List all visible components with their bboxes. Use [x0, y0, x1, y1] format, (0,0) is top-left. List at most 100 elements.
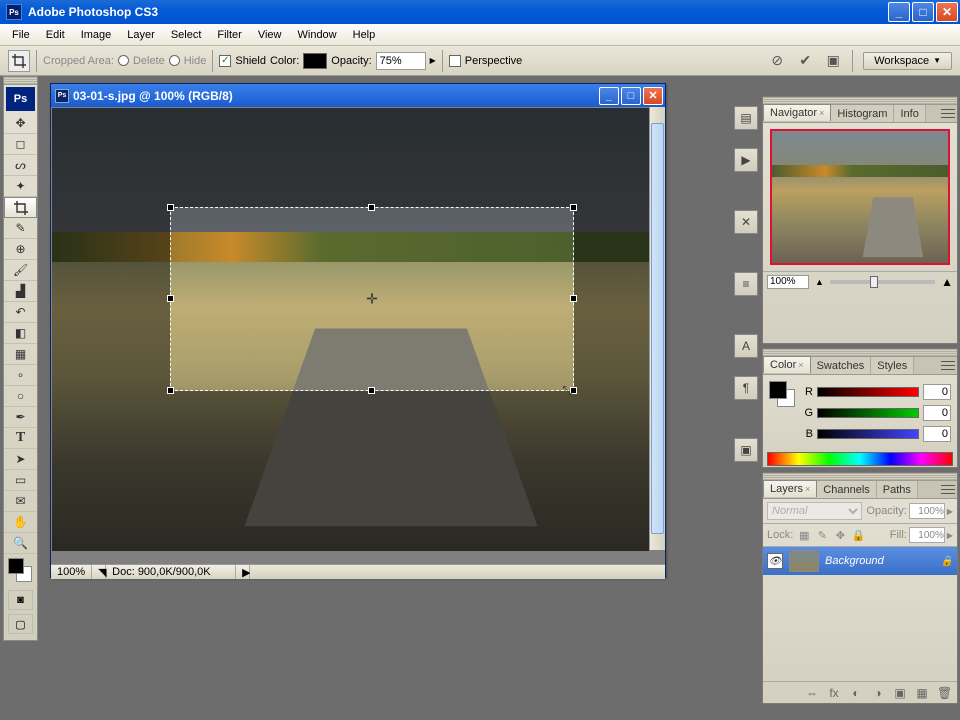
layer-opacity-input[interactable] — [909, 503, 945, 519]
r-input[interactable] — [923, 384, 951, 400]
pen-tool[interactable]: ✒ — [4, 407, 37, 428]
document-image[interactable]: ✛ ⤡ — [52, 108, 649, 551]
shield-color-swatch[interactable] — [303, 53, 327, 69]
menu-select[interactable]: Select — [163, 26, 210, 44]
menu-image[interactable]: Image — [73, 26, 120, 44]
g-input[interactable] — [923, 405, 951, 421]
crop-handle-n[interactable] — [368, 204, 375, 211]
tab-layers[interactable]: Layers× — [763, 480, 817, 497]
clone-stamp-tool[interactable]: ▟ — [4, 281, 37, 302]
status-menu-icon[interactable]: ▶ — [236, 565, 250, 579]
type-tool[interactable]: T — [4, 428, 37, 449]
lasso-tool[interactable]: ᔕ — [4, 155, 37, 176]
close-button[interactable]: ✕ — [936, 2, 958, 22]
eraser-tool[interactable]: ◧ — [4, 323, 37, 344]
menu-edit[interactable]: Edit — [38, 26, 73, 44]
opacity-dropdown-icon[interactable]: ▶ — [947, 507, 953, 516]
menu-file[interactable]: File — [4, 26, 38, 44]
gradient-tool[interactable]: ▦ — [4, 344, 37, 365]
hide-radio[interactable] — [169, 55, 180, 66]
dock-history-icon[interactable]: ▤ — [734, 106, 758, 130]
b-input[interactable] — [923, 426, 951, 442]
fill-dropdown-icon[interactable]: ▶ — [947, 531, 953, 540]
dock-layer-comps-icon[interactable]: ▣ — [734, 438, 758, 462]
crop-handle-w[interactable] — [167, 295, 174, 302]
commit-crop-icon[interactable]: ✔ — [796, 52, 814, 70]
lock-position-icon[interactable]: ✥ — [833, 529, 847, 542]
layer-name[interactable]: Background — [825, 555, 884, 567]
crop-tool-icon[interactable] — [8, 50, 30, 72]
navigator-zoom-slider[interactable] — [830, 280, 935, 284]
perspective-checkbox[interactable] — [449, 55, 461, 67]
menu-filter[interactable]: Filter — [209, 26, 249, 44]
visibility-icon[interactable]: 👁 — [767, 553, 783, 569]
layer-mask-icon[interactable]: ◐ — [849, 686, 863, 700]
fill-input[interactable] — [909, 527, 945, 543]
shield-checkbox[interactable]: ✓ — [219, 55, 231, 67]
dodge-tool[interactable]: ○ — [4, 386, 37, 407]
dock-paragraph-icon[interactable]: ¶ — [734, 376, 758, 400]
menu-layer[interactable]: Layer — [119, 26, 163, 44]
path-selection-tool[interactable]: ➤ — [4, 449, 37, 470]
color-options-icon[interactable] — [941, 359, 955, 371]
r-slider[interactable] — [817, 387, 919, 397]
history-brush-tool[interactable]: ↶ — [4, 302, 37, 323]
layers-options-icon[interactable] — [941, 483, 955, 495]
crop-marquee[interactable]: ✛ — [170, 207, 574, 391]
crop-center-icon[interactable]: ✛ — [366, 291, 378, 308]
tab-color[interactable]: Color× — [763, 356, 811, 373]
menu-help[interactable]: Help — [345, 26, 384, 44]
zoom-out-icon[interactable]: ▲ — [815, 277, 824, 287]
crop-tool[interactable] — [4, 197, 37, 218]
tab-navigator[interactable]: Navigator× — [763, 104, 831, 121]
dock-actions-icon[interactable]: ▶ — [734, 148, 758, 172]
foreground-color-well[interactable] — [8, 558, 24, 574]
g-slider[interactable] — [817, 408, 919, 418]
dock-character-icon[interactable]: A — [734, 334, 758, 358]
canvas-area[interactable]: ✛ ⤡ — [51, 107, 665, 564]
crop-handle-e[interactable] — [570, 295, 577, 302]
toolbox-grip[interactable] — [4, 77, 37, 85]
horizontal-scrollbar[interactable] — [250, 565, 665, 579]
new-layer-icon[interactable]: ▦ — [915, 686, 929, 700]
dock-tool-presets-icon[interactable]: ✕ — [734, 210, 758, 234]
eyedropper-tool[interactable]: ✎ — [4, 218, 37, 239]
minimize-button[interactable]: _ — [888, 2, 910, 22]
bridge-icon[interactable]: ▣ — [824, 52, 842, 70]
vertical-scrollbar[interactable] — [649, 107, 665, 550]
opacity-arrow-icon[interactable]: ▶ — [430, 56, 436, 65]
blend-mode-select[interactable]: Normal — [767, 502, 862, 520]
tab-styles[interactable]: Styles — [871, 357, 914, 374]
crop-handle-ne[interactable] — [570, 204, 577, 211]
doc-size-display[interactable]: Doc: 900,0K/900,0K — [106, 565, 236, 579]
notes-tool[interactable]: ✉ — [4, 491, 37, 512]
tab-swatches[interactable]: Swatches — [811, 357, 872, 374]
lock-transparency-icon[interactable]: ▦ — [797, 529, 811, 542]
screen-mode-button[interactable]: ▢ — [8, 614, 33, 634]
opacity-input[interactable] — [376, 52, 426, 70]
tab-histogram[interactable]: Histogram — [831, 105, 894, 122]
ps-logo-icon[interactable]: Ps — [6, 87, 35, 111]
zoom-menu-icon[interactable]: ◥ — [92, 565, 106, 579]
b-slider[interactable] — [817, 429, 919, 439]
workspace-button[interactable]: Workspace ▼ — [863, 52, 952, 70]
navigator-thumbnail[interactable] — [770, 129, 950, 265]
new-group-icon[interactable]: ▣ — [893, 686, 907, 700]
delete-radio[interactable] — [118, 55, 129, 66]
crop-handle-nw[interactable] — [167, 204, 174, 211]
move-tool[interactable]: ✥ — [4, 113, 37, 134]
adjustment-layer-icon[interactable]: ◑ — [871, 686, 885, 700]
layer-thumbnail[interactable] — [789, 550, 819, 572]
quick-mask-button[interactable]: ◙ — [8, 590, 33, 610]
panel-fg-color[interactable] — [769, 381, 787, 399]
crop-handle-sw[interactable] — [167, 387, 174, 394]
lock-all-icon[interactable]: 🔒 — [851, 529, 865, 542]
menu-view[interactable]: View — [250, 26, 290, 44]
doc-maximize-button[interactable]: □ — [621, 87, 641, 105]
layer-style-icon[interactable]: fx — [827, 686, 841, 700]
doc-close-button[interactable]: ✕ — [643, 87, 663, 105]
color-spectrum[interactable] — [767, 452, 953, 466]
zoom-in-icon[interactable]: ▲ — [941, 275, 953, 289]
tab-paths[interactable]: Paths — [877, 481, 918, 498]
shape-tool[interactable]: ▭ — [4, 470, 37, 491]
